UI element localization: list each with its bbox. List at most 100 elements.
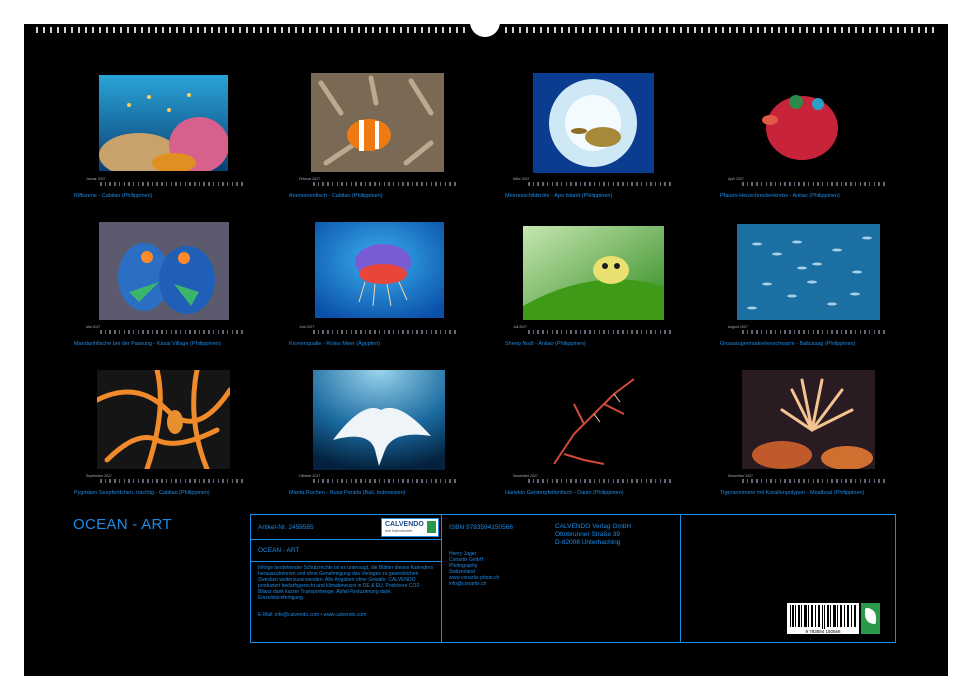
binding-ring bbox=[57, 27, 59, 33]
day-tick bbox=[751, 182, 753, 186]
day-tick bbox=[444, 330, 447, 334]
day-tick bbox=[556, 330, 558, 334]
binding-ring bbox=[225, 27, 227, 33]
day-tick bbox=[742, 182, 744, 186]
binding-ring bbox=[204, 27, 206, 33]
day-tick bbox=[575, 182, 577, 186]
binding-ring bbox=[414, 27, 416, 33]
binding-ring bbox=[358, 27, 360, 33]
day-tick bbox=[142, 330, 144, 334]
day-tick bbox=[760, 330, 763, 334]
day-tick bbox=[156, 330, 158, 334]
day-tick bbox=[593, 182, 596, 186]
day-tick bbox=[645, 330, 648, 334]
day-tick bbox=[184, 330, 187, 334]
binding-ring bbox=[449, 27, 451, 33]
day-tick bbox=[374, 330, 376, 334]
binding-ring bbox=[260, 27, 262, 33]
day-tick bbox=[528, 330, 530, 334]
day-tick bbox=[850, 182, 852, 186]
publisher-line-2: Ottobrunner Straße 39 bbox=[555, 531, 621, 538]
day-tick bbox=[175, 182, 177, 186]
day-tick bbox=[598, 479, 601, 483]
binding-ring bbox=[673, 27, 675, 33]
day-tick bbox=[537, 330, 539, 334]
binding-ring bbox=[834, 27, 836, 33]
day-tick bbox=[341, 182, 343, 186]
binding-ring bbox=[316, 27, 318, 33]
day-tick bbox=[565, 479, 568, 483]
binding-ring bbox=[890, 27, 892, 33]
day-tick bbox=[859, 479, 862, 483]
day-tick bbox=[100, 479, 102, 483]
day-tick bbox=[883, 330, 885, 334]
binding-ring bbox=[400, 27, 402, 33]
day-tick bbox=[631, 479, 633, 483]
day-tick bbox=[579, 182, 582, 186]
day-tick bbox=[770, 479, 772, 483]
day-tick bbox=[165, 182, 168, 186]
day-tick bbox=[593, 330, 596, 334]
day-tick bbox=[579, 479, 582, 483]
day-tick bbox=[350, 182, 353, 186]
day-tick bbox=[878, 182, 880, 186]
day-tick bbox=[575, 330, 577, 334]
month-label-september: September 2027 bbox=[86, 474, 112, 478]
day-tick bbox=[411, 330, 414, 334]
day-tick bbox=[161, 330, 163, 334]
binding-ring bbox=[155, 27, 157, 33]
day-tick bbox=[784, 182, 786, 186]
day-tick bbox=[222, 182, 224, 186]
day-tick bbox=[603, 479, 605, 483]
day-tick bbox=[560, 479, 563, 483]
photo-october-manta bbox=[313, 370, 445, 470]
day-tick bbox=[598, 182, 601, 186]
binding-ring bbox=[106, 27, 108, 33]
day-tick bbox=[589, 479, 591, 483]
day-tick bbox=[392, 330, 395, 334]
binding-ring bbox=[568, 27, 570, 33]
day-tick bbox=[161, 182, 163, 186]
day-tick bbox=[222, 479, 224, 483]
binding-ring bbox=[330, 27, 332, 33]
day-tick bbox=[765, 479, 768, 483]
day-tick bbox=[156, 479, 158, 483]
binding-ring bbox=[848, 27, 850, 33]
binding-ring bbox=[85, 27, 87, 33]
day-tick bbox=[137, 182, 140, 186]
day-tick bbox=[831, 330, 833, 334]
day-tick bbox=[383, 182, 386, 186]
day-tick bbox=[374, 182, 376, 186]
day-tick bbox=[812, 330, 815, 334]
binding-ring bbox=[827, 27, 829, 33]
day-tick bbox=[560, 182, 563, 186]
day-tick bbox=[798, 479, 800, 483]
day-tick bbox=[603, 182, 605, 186]
day-tick bbox=[803, 330, 805, 334]
binding-ring bbox=[904, 27, 906, 33]
day-tick bbox=[546, 330, 549, 334]
day-tick bbox=[654, 182, 657, 186]
day-tick bbox=[542, 479, 544, 483]
day-tick bbox=[612, 479, 615, 483]
binding-ring bbox=[701, 27, 703, 33]
day-tick bbox=[236, 479, 238, 483]
day-tick bbox=[360, 330, 362, 334]
caption-june: Kronenqualle - Rotes Meer (Ägypten) bbox=[289, 341, 381, 347]
binding-ring bbox=[652, 27, 654, 33]
day-tick bbox=[175, 330, 177, 334]
binding-ring bbox=[603, 27, 605, 33]
day-tick bbox=[355, 182, 357, 186]
binding-ring bbox=[43, 27, 45, 33]
day-tick bbox=[123, 330, 126, 334]
day-tick bbox=[812, 479, 815, 483]
day-tick bbox=[336, 479, 339, 483]
day-tick bbox=[212, 479, 215, 483]
day-tick bbox=[551, 182, 554, 186]
day-tick bbox=[388, 330, 390, 334]
day-tick bbox=[226, 182, 229, 186]
day-tick bbox=[147, 330, 149, 334]
day-tick bbox=[327, 479, 329, 483]
day-tick bbox=[435, 330, 437, 334]
day-tick bbox=[765, 182, 768, 186]
